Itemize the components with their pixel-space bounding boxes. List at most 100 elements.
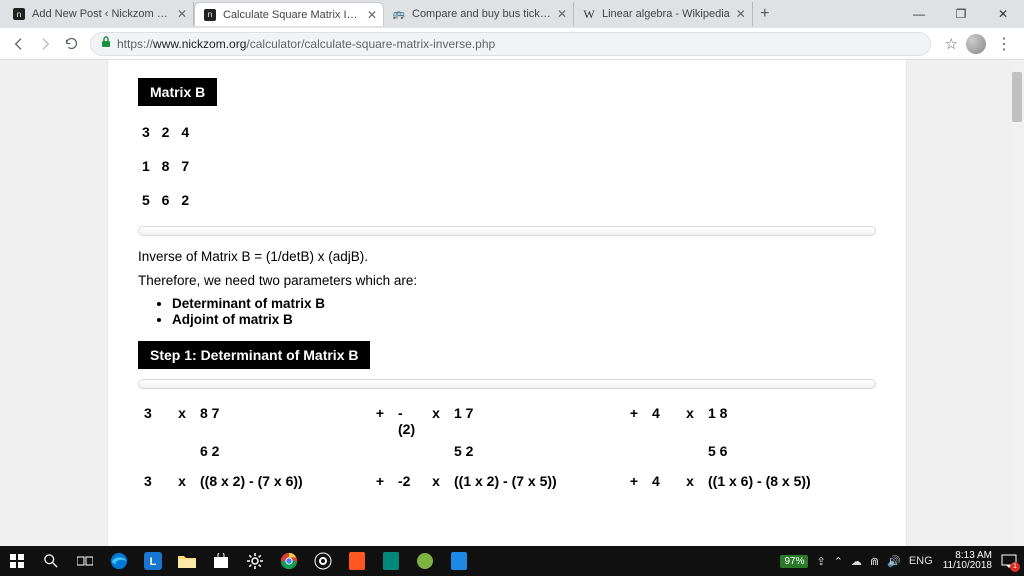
close-window-button[interactable]: ✕ [982, 0, 1024, 28]
coef: 4 [648, 403, 676, 439]
minor-bottom: 5 2 [450, 441, 620, 461]
close-icon[interactable]: ✕ [736, 8, 746, 20]
page-viewport: Matrix B 3 2 4 1 8 7 5 6 2 Inverse of Ma… [0, 60, 1024, 546]
bookmark-star-icon[interactable]: ☆ [945, 35, 958, 53]
coef: -(2) [394, 403, 422, 439]
action-center-icon[interactable]: 1 [998, 550, 1020, 572]
list-item: Determinant of matrix B [172, 296, 876, 311]
new-tab-button[interactable]: + [753, 5, 777, 23]
maximize-button[interactable]: ❐ [940, 0, 982, 28]
profile-avatar[interactable] [966, 34, 986, 54]
tab-title: Add New Post ‹ Nickzom Blog — [32, 8, 171, 20]
app-icon[interactable] [340, 546, 374, 576]
lock-icon [101, 36, 111, 51]
coef: 4 [648, 471, 676, 491]
divider-bar [138, 226, 876, 236]
tab-strip: n Add New Post ‹ Nickzom Blog — ✕ n Calc… [0, 0, 1024, 28]
cloud-icon[interactable]: ☁ [851, 555, 862, 568]
tab-calculate-matrix-inverse[interactable]: n Calculate Square Matrix Inverse ✕ [194, 2, 384, 26]
usb-icon[interactable]: ⇪ [816, 555, 825, 568]
tab-bus-tickets[interactable]: 🚌 Compare and buy bus tickets on ✕ [384, 2, 574, 26]
app-icon[interactable] [374, 546, 408, 576]
back-button[interactable] [6, 31, 32, 57]
url-input[interactable]: https://www.nickzom.org/calculator/calcu… [90, 32, 931, 56]
times: x [424, 403, 448, 439]
chevron-up-icon[interactable]: ⌃ [834, 555, 843, 568]
coef: 3 [140, 471, 168, 491]
window-controls: — ❐ ✕ [898, 0, 1024, 28]
settings-icon[interactable] [238, 546, 272, 576]
forward-button[interactable] [32, 31, 58, 57]
determinant-expansion: 3 x 8 7 + -(2) x 1 7 + 4 x 1 8 6 2 5 2 5… [138, 401, 876, 493]
task-view-button[interactable] [68, 546, 102, 576]
clock-date: 11/10/2018 [943, 561, 992, 572]
plus: + [622, 403, 646, 439]
store-icon[interactable] [204, 546, 238, 576]
browser-menu-icon[interactable]: ⋮ [996, 34, 1012, 54]
clock[interactable]: 8:13 AM 11/10/2018 [943, 551, 992, 572]
search-button[interactable] [34, 546, 68, 576]
times: x [170, 403, 194, 439]
tab-wikipedia[interactable]: W Linear algebra - Wikipedia ✕ [574, 2, 753, 26]
app-icon[interactable] [408, 546, 442, 576]
step1-heading: Step 1: Determinant of Matrix B [138, 341, 370, 369]
scrollbar-thumb[interactable] [1012, 72, 1022, 122]
chrome-icon[interactable] [272, 546, 306, 576]
plus: + [368, 471, 392, 491]
wikipedia-favicon: W [582, 7, 596, 21]
minor-bottom: 5 6 [704, 441, 874, 461]
matrix-b-values: 3 2 4 1 8 7 5 6 2 [142, 124, 876, 208]
minor-bottom: 6 2 [196, 441, 366, 461]
windows-taskbar: L 97% ⇪ ⌃ ☁ ⋒ 🔊 ENG 8:13 AM 11/10/2018 1 [0, 546, 1024, 576]
nickzom-favicon: n [12, 7, 26, 21]
plus: + [368, 403, 392, 439]
close-icon[interactable]: ✕ [557, 8, 567, 20]
app-icon[interactable] [306, 546, 340, 576]
address-bar: https://www.nickzom.org/calculator/calcu… [0, 28, 1024, 60]
close-icon[interactable]: ✕ [177, 8, 187, 20]
expanded: ((1 x 2) - (7 x 5)) [450, 471, 620, 491]
url-path: /calculator/calculate-square-matrix-inve… [246, 37, 495, 51]
nickzom-favicon: n [203, 8, 217, 22]
matrix-row-1: 3 2 4 [142, 124, 876, 140]
list-item: Adjoint of matrix B [172, 312, 876, 327]
tab-title: Calculate Square Matrix Inverse [223, 9, 361, 21]
close-icon[interactable]: ✕ [367, 9, 377, 21]
matrix-row-2: 1 8 7 [142, 158, 876, 174]
notification-badge: 1 [1010, 562, 1020, 572]
tab-add-new-post[interactable]: n Add New Post ‹ Nickzom Blog — ✕ [4, 2, 194, 26]
times: x [678, 471, 702, 491]
minor-top: 1 8 [704, 403, 874, 439]
svg-text:L: L [150, 556, 157, 568]
bus-favicon: 🚌 [392, 7, 406, 21]
minor-top: 8 7 [196, 403, 366, 439]
tab-title: Compare and buy bus tickets on [412, 8, 551, 20]
app-icon[interactable] [442, 546, 476, 576]
file-explorer-icon[interactable] [170, 546, 204, 576]
expanded: ((1 x 6) - (8 x 5)) [704, 471, 874, 491]
therefore-text: Therefore, we need two parameters which … [138, 272, 876, 290]
reload-button[interactable] [58, 31, 84, 57]
page-content: Matrix B 3 2 4 1 8 7 5 6 2 Inverse of Ma… [107, 60, 907, 546]
url-prefix: https:// [117, 37, 153, 51]
wifi-icon[interactable]: ⋒ [870, 555, 879, 568]
inverse-formula-text: Inverse of Matrix B = (1/detB) x (adjB). [138, 248, 876, 266]
edge-icon[interactable] [102, 546, 136, 576]
plus: + [622, 471, 646, 491]
times: x [678, 403, 702, 439]
expanded: ((8 x 2) - (7 x 6)) [196, 471, 366, 491]
url-host: www.nickzom.org [153, 37, 246, 51]
divider-bar [138, 379, 876, 389]
matrix-row-3: 5 6 2 [142, 192, 876, 208]
tab-title: Linear algebra - Wikipedia [602, 8, 730, 20]
system-tray: 97% ⇪ ⌃ ☁ ⋒ 🔊 ENG 8:13 AM 11/10/2018 1 [780, 546, 1024, 576]
language-indicator[interactable]: ENG [909, 555, 933, 567]
scrollbar-rail[interactable] [1010, 60, 1024, 546]
battery-indicator[interactable]: 97% [780, 555, 808, 568]
minimize-button[interactable]: — [898, 0, 940, 28]
start-button[interactable] [0, 546, 34, 576]
volume-icon[interactable]: 🔊 [887, 555, 901, 568]
times: x [170, 471, 194, 491]
parameters-list: Determinant of matrix B Adjoint of matri… [172, 296, 876, 327]
app-icon[interactable]: L [136, 546, 170, 576]
